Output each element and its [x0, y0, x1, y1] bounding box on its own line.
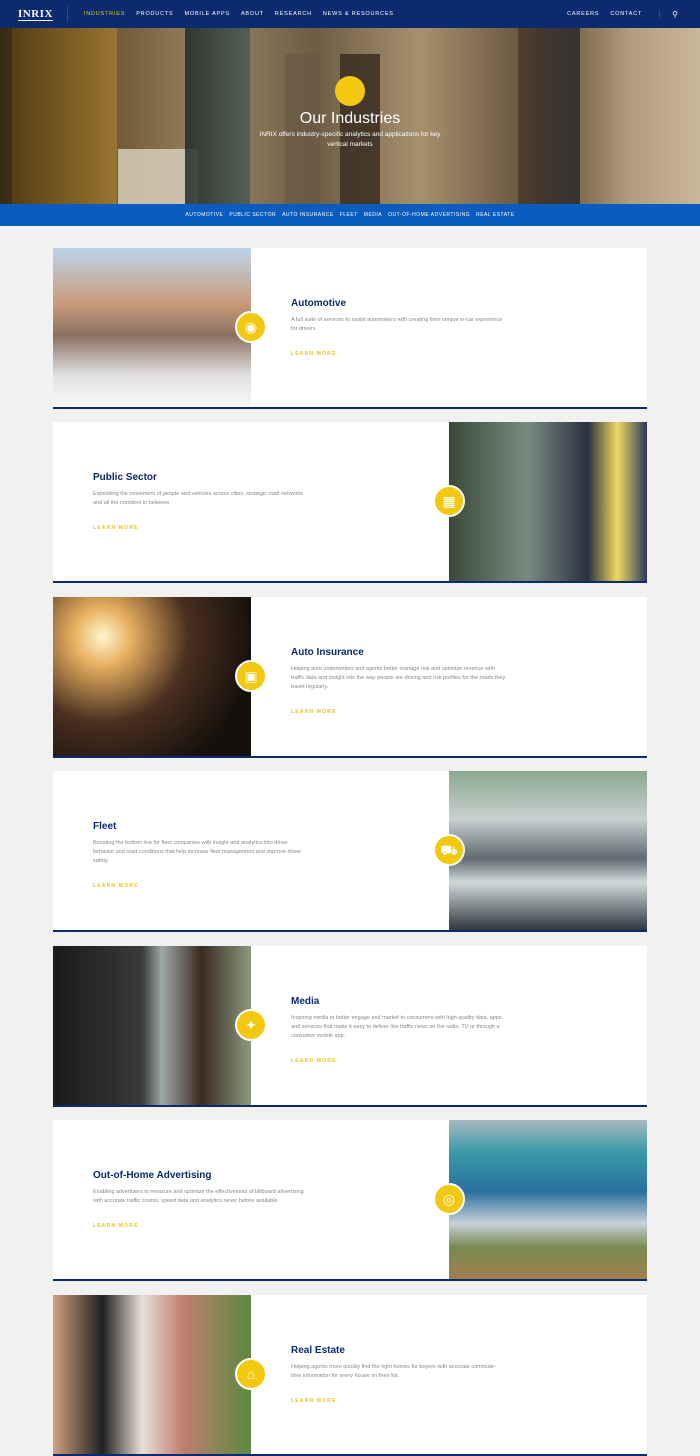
subnav-auto-insurance[interactable]: AUTO INSURANCE: [282, 212, 334, 218]
truck-icon: ⛟: [433, 834, 465, 866]
insurance-icon: ▣: [235, 660, 267, 692]
card-description: Boosting the bottom line for fleet compa…: [93, 840, 302, 864]
media-image: [53, 946, 251, 1105]
automotive-image: [53, 248, 251, 407]
card-title: Public Sector: [93, 472, 157, 483]
search-icon[interactable]: ⚲: [659, 9, 678, 19]
card-description: A full suite of services to assist autom…: [291, 317, 503, 332]
car-icon: [335, 76, 365, 106]
nav-products[interactable]: PRODUCTS: [136, 11, 173, 17]
divider: [66, 6, 68, 22]
subnav-fleet[interactable]: FLEET: [340, 212, 358, 218]
hero-title: Our Industries: [299, 110, 401, 127]
nav-careers[interactable]: CAREERS: [567, 11, 599, 17]
card-title: Fleet: [93, 821, 117, 832]
globe-icon: ◎: [433, 1183, 465, 1215]
top-nav: INRIX INDUSTRIES PRODUCTS MOBILE APPS AB…: [0, 0, 700, 28]
card-description: Helping auto underwriters and agents bet…: [291, 666, 506, 690]
industry-card-public-sector: ▦ Public Sector Expediting the movement o…: [53, 422, 647, 583]
building-image: [285, 54, 320, 204]
nav-news-resources[interactable]: NEWS & RESOURCES: [323, 11, 394, 17]
subnav-automotive[interactable]: AUTOMOTIVE: [185, 212, 223, 218]
hero-subtitle: INRIX offers industry-specific analytics…: [259, 131, 441, 148]
learn-more-link[interactable]: LEARN MORE: [291, 1398, 337, 1404]
subnav-ooh-advertising[interactable]: OUT-OF-HOME ADVERTISING: [388, 212, 470, 218]
industry-card-media: ✦ Media Inspiring media to better engage …: [53, 946, 647, 1107]
learn-more-link[interactable]: LEARN MORE: [93, 525, 139, 531]
nav-research[interactable]: RESEARCH: [275, 11, 312, 17]
card-description: Expediting the movement of people and ve…: [93, 491, 304, 506]
fleet-image: [449, 771, 647, 930]
satellite-icon: ✦: [235, 1009, 267, 1041]
government-building-icon: ▦: [433, 485, 465, 517]
industry-card-automotive: ◉ Automotive A full suite of services to …: [53, 248, 647, 409]
learn-more-link[interactable]: LEARN MORE: [291, 1058, 337, 1064]
card-description: Helping agents more quickly find the rig…: [291, 1364, 496, 1379]
nav-right: CAREERS CONTACT ⚲: [567, 9, 700, 19]
nav-about[interactable]: ABOUT: [241, 11, 264, 17]
real-estate-image: [53, 1295, 251, 1454]
nav-mobile-apps[interactable]: MOBILE APPS: [184, 11, 229, 17]
card-title: Auto Insurance: [291, 647, 364, 658]
house-icon: ⌂: [235, 1358, 267, 1390]
inrix-logo[interactable]: INRIX: [18, 8, 53, 21]
industry-card-ooh-advertising: ◎ Out-of-Home Advertising Enabling advert…: [53, 1120, 647, 1281]
public-sector-image: [449, 422, 647, 581]
industry-card-fleet: ⛟ Fleet Boosting the bottom line for flee…: [53, 771, 647, 932]
card-title: Real Estate: [291, 1345, 345, 1356]
hero-banner: Our Industries INRIX offers industry-spe…: [0, 28, 700, 204]
auto-insurance-image: [53, 597, 251, 756]
billboard-image: [449, 1120, 647, 1279]
card-description: Enabling advertisers to measure and opti…: [93, 1189, 304, 1204]
car-icon: ◉: [235, 311, 267, 343]
subnav-public-sector[interactable]: PUBLIC SECTOR: [229, 212, 276, 218]
nav-industries[interactable]: INDUSTRIES: [84, 11, 125, 17]
learn-more-link[interactable]: LEARN MORE: [93, 883, 139, 889]
learn-more-link[interactable]: LEARN MORE: [291, 351, 337, 357]
industry-card-real-estate: ⌂ Real Estate Helping agents more quickly…: [53, 1295, 647, 1456]
card-title: Out-of-Home Advertising: [93, 1170, 212, 1181]
industry-card-auto-insurance: ▣ Auto Insurance Helping auto underwriter…: [53, 597, 647, 758]
industry-subnav: AUTOMOTIVE PUBLIC SECTOR AUTO INSURANCE …: [0, 204, 700, 226]
subnav-real-estate[interactable]: REAL ESTATE: [476, 212, 514, 218]
card-title: Automotive: [291, 298, 346, 309]
card-description: Inspiring media to better engage and mar…: [291, 1015, 504, 1039]
subnav-media[interactable]: MEDIA: [364, 212, 382, 218]
card-title: Media: [291, 996, 320, 1007]
nav-contact[interactable]: CONTACT: [610, 11, 642, 17]
learn-more-link[interactable]: LEARN MORE: [291, 709, 337, 715]
learn-more-link[interactable]: LEARN MORE: [93, 1223, 139, 1229]
